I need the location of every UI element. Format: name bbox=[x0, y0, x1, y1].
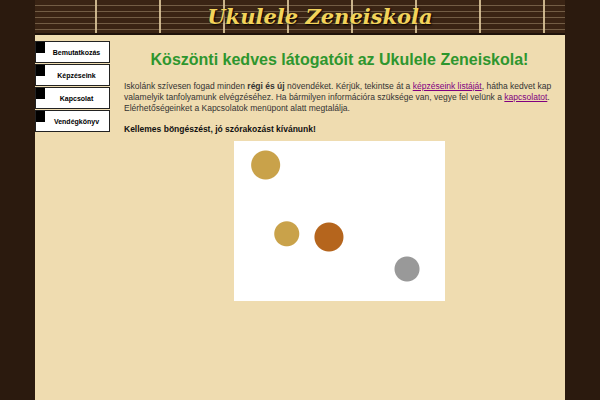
piano-key-icon bbox=[36, 42, 45, 53]
instruments-photo bbox=[234, 141, 445, 301]
menu-item[interactable]: Bemutatkozás bbox=[35, 41, 110, 63]
text-link[interactable]: képzéseink listáját bbox=[413, 81, 482, 91]
menu-item[interactable]: Vendégkönyv bbox=[35, 110, 110, 132]
intro-paragraph: Iskolánk szívesen fogad minden régi és ú… bbox=[124, 81, 555, 114]
piano-key-icon bbox=[36, 65, 45, 76]
side-menu: BemutatkozásKépzéseinkKapcsolatVendégkön… bbox=[35, 35, 110, 400]
closing-line: Kellemes böngészést, jó szórakozást kívá… bbox=[124, 124, 555, 134]
main-content: Köszönti kedves látogatóit az Ukulele Ze… bbox=[110, 35, 565, 400]
menu-item[interactable]: Képzéseink bbox=[35, 64, 110, 86]
menu-item[interactable]: Kapcsolat bbox=[35, 87, 110, 109]
page-body: BemutatkozásKépzéseinkKapcsolatVendégkön… bbox=[35, 35, 565, 400]
page: Ukulele Zeneiskola BemutatkozásKépzéseink… bbox=[35, 0, 565, 400]
text-link[interactable]: kapcsolatot bbox=[504, 92, 547, 102]
site-title: Ukulele Zeneiskola bbox=[167, 4, 432, 29]
welcome-heading: Köszönti kedves látogatóit az Ukulele Ze… bbox=[124, 51, 555, 69]
piano-key-icon bbox=[36, 88, 45, 99]
header-banner: Ukulele Zeneiskola bbox=[35, 0, 565, 35]
piano-key-icon bbox=[36, 111, 45, 122]
